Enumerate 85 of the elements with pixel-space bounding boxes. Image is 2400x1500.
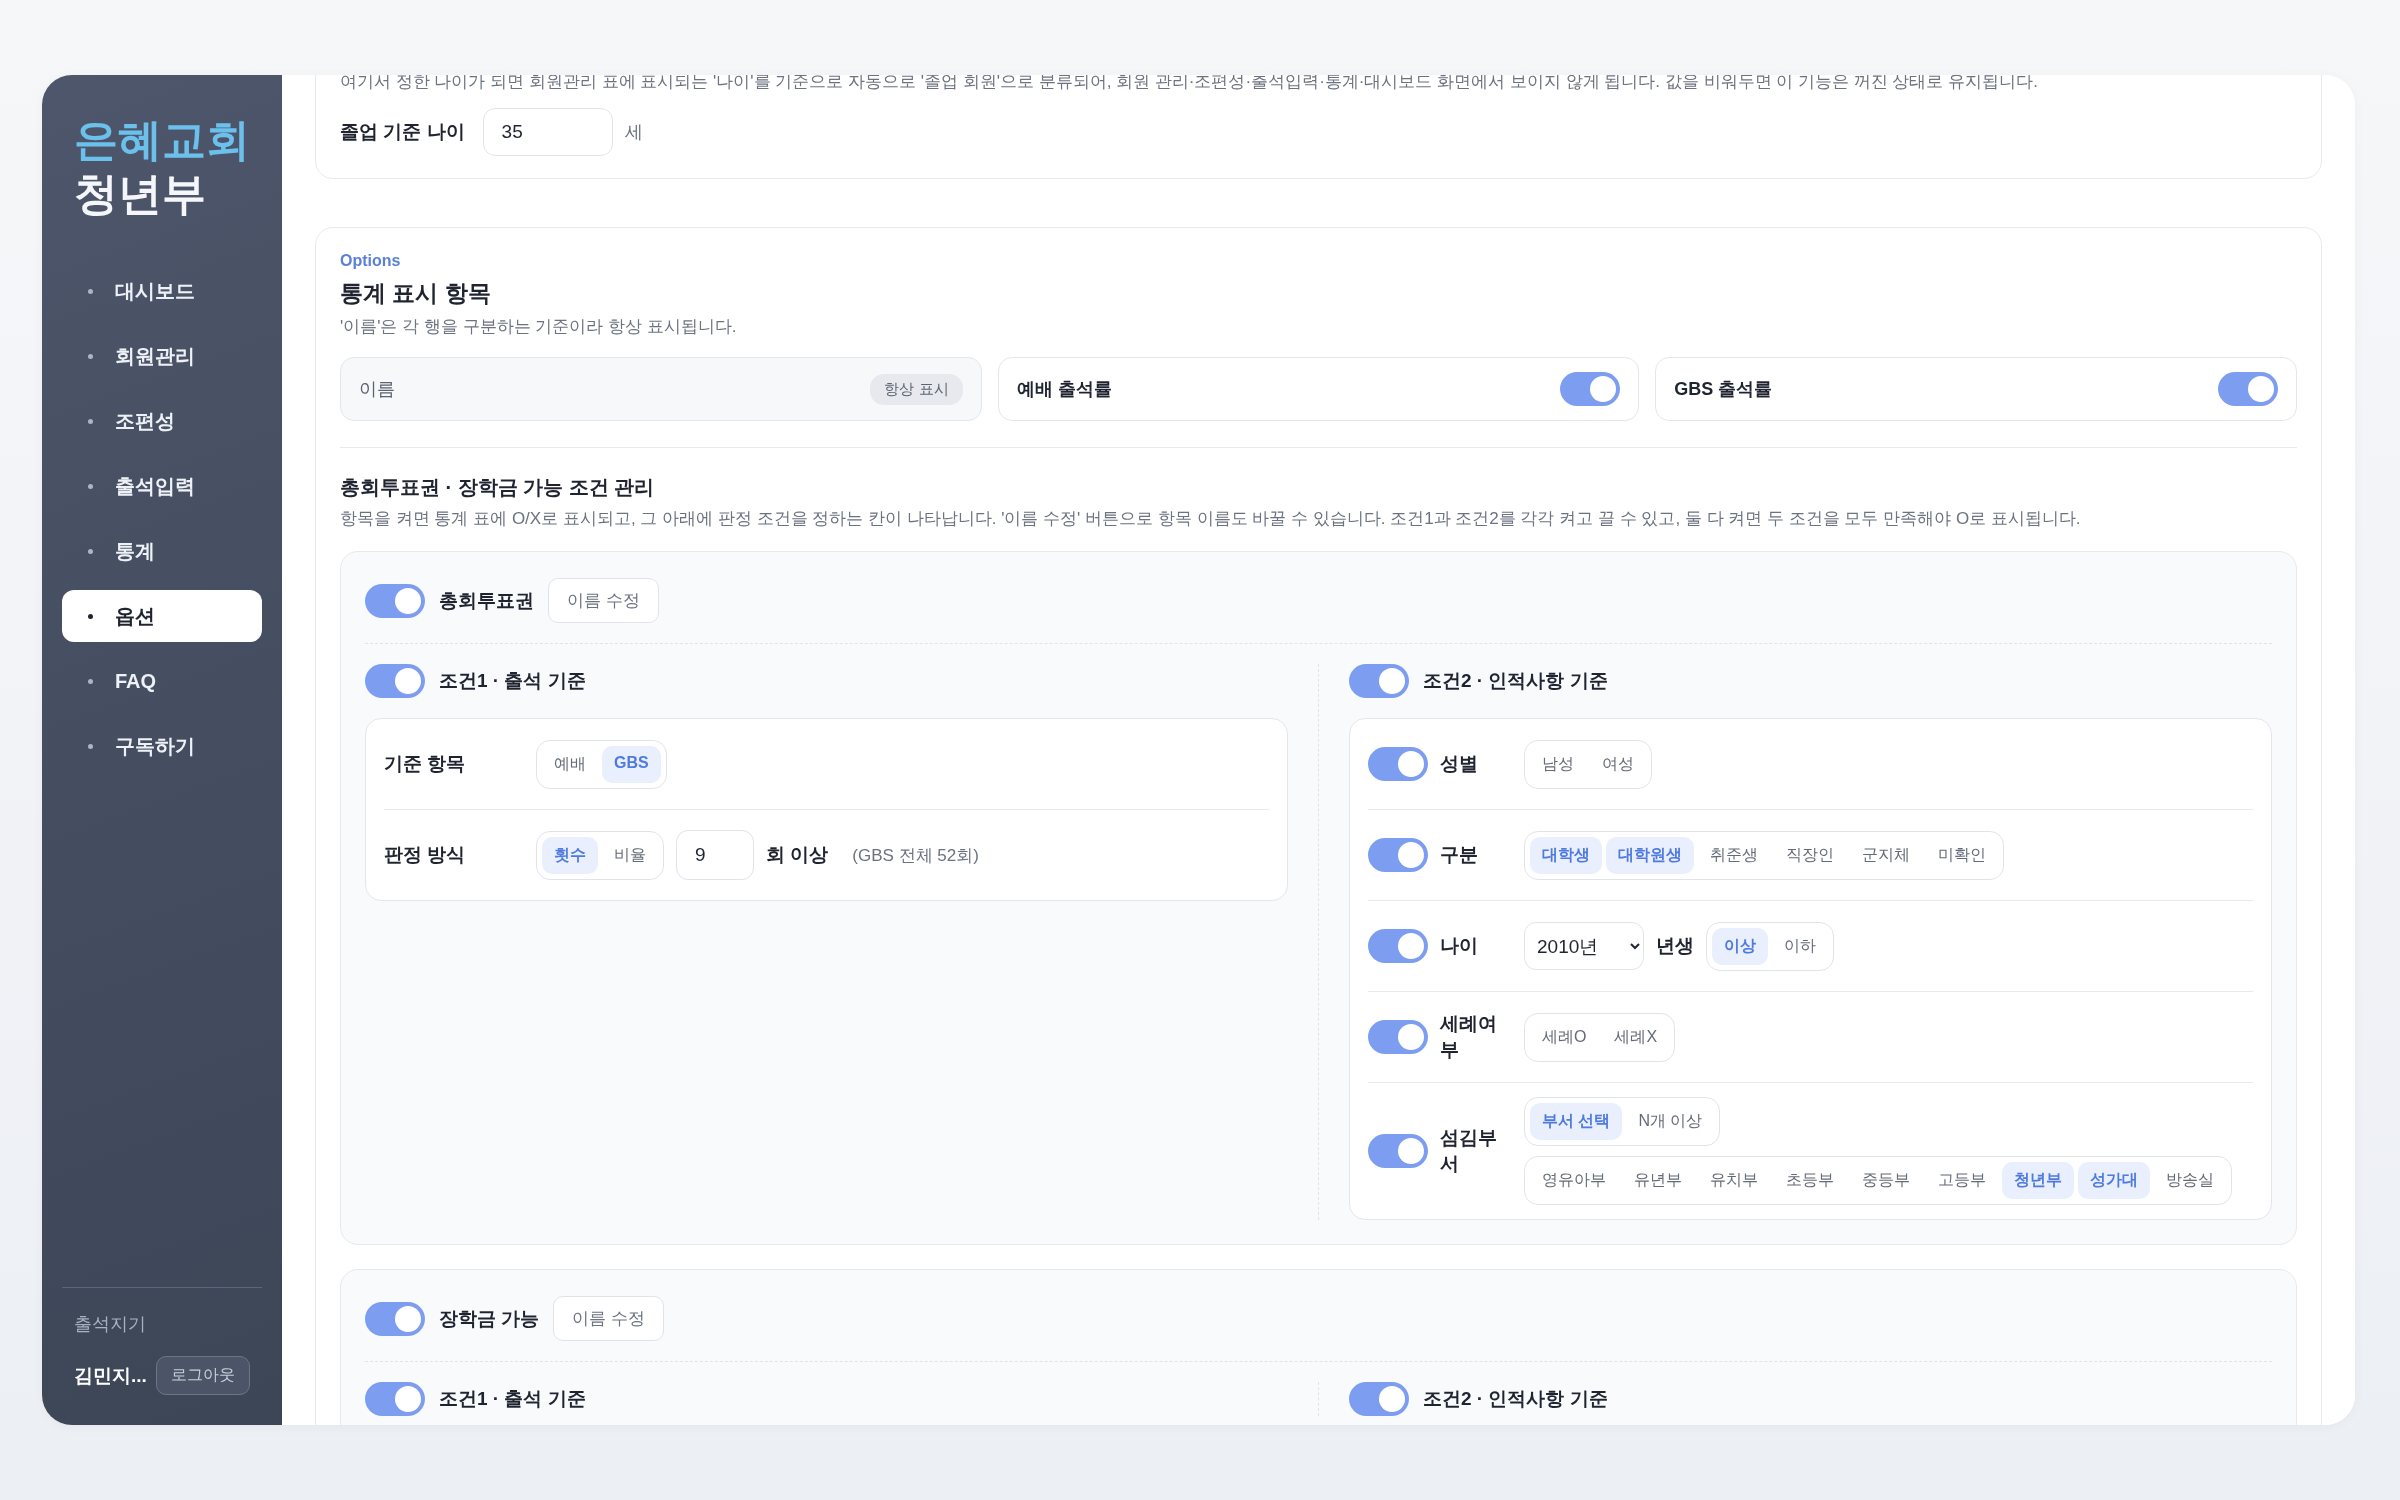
option-chip[interactable]: 예배: [542, 745, 598, 783]
option-chip[interactable]: 비율: [602, 836, 658, 874]
toggle-switch[interactable]: [2218, 372, 2278, 406]
logout-button[interactable]: 로그아웃: [156, 1356, 250, 1395]
nav-item[interactable]: 회원관리: [62, 330, 262, 382]
option-chip[interactable]: 중등부: [1850, 1162, 1922, 1199]
option-chip[interactable]: 직장인: [1774, 836, 1846, 874]
option-chip[interactable]: 횟수: [542, 836, 598, 874]
row-label: 섬김부서: [1440, 1126, 1498, 1176]
option-chip[interactable]: 유년부: [1622, 1162, 1694, 1199]
option-chip[interactable]: 세례O: [1530, 1018, 1599, 1056]
toggle-switch[interactable]: [365, 1382, 425, 1416]
option-chip[interactable]: 성가대: [2078, 1162, 2150, 1199]
option-chip[interactable]: 여성: [1590, 745, 1646, 783]
option-chip[interactable]: 대학생: [1530, 836, 1602, 874]
rename-button[interactable]: 이름 수정: [553, 1296, 664, 1341]
toggle-switch[interactable]: [1368, 838, 1428, 872]
description: 항목을 켜면 통계 표에 O/X로 표시되고, 그 아래에 판정 조건을 정하는 칸이 나타납니다. '이름 수정' 버튼으로 항목 이름도 바꿀 수 있습니다. 조건1과 조건2를 각각 켜고 끌 수 있고, 둘 다 켜면 두 조건을 모두 만족해야 O로 표시됩니다.: [340, 508, 2082, 530]
nav-item[interactable]: 구독하기: [62, 720, 262, 772]
section-eyebrow: Options: [340, 252, 402, 270]
toggle-switch[interactable]: [1349, 664, 1409, 698]
option-chip[interactable]: 군지체: [1850, 836, 1922, 874]
condition-title: 조건1 · 출석 기준: [439, 669, 586, 693]
description: '이름'은 각 행을 구분하는 기준이라 항상 표시됩니다.: [340, 316, 738, 338]
toggle-switch[interactable]: [1368, 1020, 1428, 1054]
nav-item[interactable]: 조편성: [62, 395, 262, 447]
field-label: 졸업 기준 나이: [340, 120, 465, 144]
nav-item[interactable]: FAQ: [62, 655, 262, 707]
section-title: 총회투표권 · 장학금 가능 조건 관리: [340, 475, 656, 500]
option-label: 예배 출석률: [1016, 378, 1112, 401]
always-badge: 항상 표시: [870, 373, 963, 405]
note-text: (GBS 전체 52회): [852, 844, 979, 867]
option-chip[interactable]: 이하: [1772, 927, 1828, 965]
nav-item[interactable]: 대시보드: [62, 265, 262, 317]
row-label: 세례여부: [1440, 1012, 1498, 1062]
row-label: 기준 항목: [384, 752, 467, 776]
year-select[interactable]: 2010년: [1524, 922, 1644, 970]
option-chip[interactable]: 이상: [1712, 927, 1768, 965]
app-name: 출석지기: [74, 1313, 147, 1336]
logo-title: 은혜교회: [74, 114, 251, 166]
toggle-switch[interactable]: [1368, 747, 1428, 781]
nav-item[interactable]: 통계: [62, 525, 262, 577]
count-input[interactable]: 9: [676, 830, 754, 880]
panel-title: 총회투표권: [439, 588, 534, 613]
mode-chip[interactable]: 부서 선택: [1530, 1103, 1623, 1140]
row-label: 구분: [1440, 843, 1479, 867]
toggle-switch[interactable]: [1368, 929, 1428, 963]
condition-title: 조건2 · 인적사항 기준: [1423, 1387, 1608, 1411]
toggle-switch[interactable]: [365, 1301, 425, 1336]
unit-label: 세: [624, 121, 643, 144]
toggle-switch[interactable]: [365, 583, 425, 618]
option-label: 이름: [359, 378, 395, 401]
option-chip[interactable]: 미확인: [1926, 836, 1998, 874]
option-chip[interactable]: 영유아부: [1530, 1162, 1618, 1199]
suffix-label: 회 이상: [766, 843, 829, 867]
mode-chip[interactable]: N개 이상: [1626, 1103, 1715, 1140]
age-input[interactable]: 35: [482, 108, 613, 156]
section-title: 통계 표시 항목: [340, 279, 492, 308]
panel-title: 장학금 가능: [439, 1306, 540, 1331]
rename-button[interactable]: 이름 수정: [548, 578, 659, 623]
user-name: 김민지...: [74, 1363, 147, 1388]
option-chip[interactable]: 청년부: [2002, 1162, 2074, 1199]
toggle-switch[interactable]: [1560, 372, 1621, 406]
option-chip[interactable]: 취준생: [1698, 836, 1770, 874]
option-chip[interactable]: 남성: [1530, 745, 1586, 783]
suffix-label: 년생: [1656, 934, 1694, 958]
row-label: 판정 방식: [384, 843, 467, 867]
condition-title: 조건2 · 인적사항 기준: [1423, 669, 1608, 693]
option-chip[interactable]: 대학원생: [1606, 836, 1694, 874]
option-chip[interactable]: 유치부: [1698, 1162, 1770, 1199]
toggle-switch[interactable]: [365, 664, 425, 698]
nav-item[interactable]: 출석입력: [62, 460, 262, 512]
option-chip[interactable]: GBS: [602, 745, 661, 783]
option-chip[interactable]: 세례X: [1602, 1018, 1670, 1056]
row-label: 성별: [1440, 752, 1479, 776]
condition-title: 조건1 · 출석 기준: [439, 1387, 586, 1411]
row-label: 나이: [1440, 934, 1479, 958]
option-chip[interactable]: 고등부: [1926, 1162, 1998, 1199]
nav-item[interactable]: 옵션: [62, 590, 262, 642]
option-chip[interactable]: 초등부: [1774, 1162, 1846, 1199]
logo-subtitle: 청년부: [74, 168, 207, 220]
toggle-switch[interactable]: [1349, 1382, 1409, 1416]
option-label: GBS 출석률: [1674, 378, 1773, 401]
option-chip[interactable]: 방송실: [2154, 1162, 2226, 1199]
toggle-switch[interactable]: [1368, 1134, 1428, 1168]
